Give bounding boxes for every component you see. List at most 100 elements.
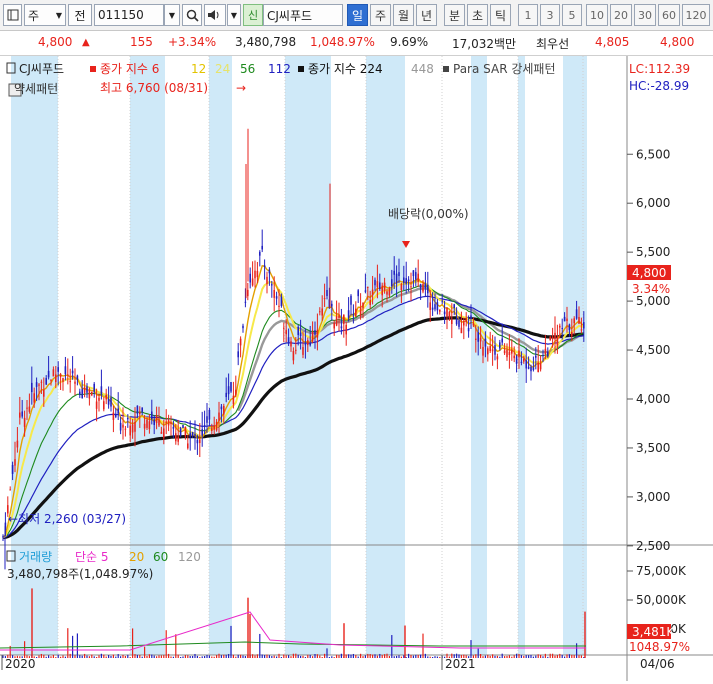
candle-body <box>352 313 355 316</box>
period-year-button[interactable]: 년 <box>416 4 437 26</box>
interval-5-button[interactable]: 5 <box>562 4 582 26</box>
candle-body <box>537 362 539 372</box>
interval-3-button[interactable]: 3 <box>540 4 560 26</box>
legend-ma12: 12 <box>191 62 206 76</box>
candle-body <box>439 309 441 312</box>
highlight-band <box>130 56 165 655</box>
chevron-down-icon: ▼ <box>230 10 238 20</box>
turnover-rate: 9.69% <box>390 35 429 49</box>
dividend-annotation: 배당락(0,00%) <box>388 207 469 221</box>
candle-body <box>83 387 86 393</box>
candle-body <box>472 323 475 326</box>
candle-body <box>333 322 335 329</box>
candle-body <box>287 337 290 343</box>
sound-dropdown-button[interactable]: ▼ <box>227 4 241 26</box>
hc-value: HC:-28.99 <box>629 79 689 93</box>
candle-body <box>213 425 215 430</box>
market-tag: 신 <box>243 4 263 26</box>
candle-body <box>525 360 527 369</box>
candle-body <box>223 405 225 415</box>
candle-body <box>81 389 83 399</box>
current-pct-tag: 3.34% <box>632 282 670 296</box>
candle-body <box>143 423 146 429</box>
candle-body <box>31 382 33 393</box>
trade-amount: 17,032백만 <box>452 37 517 51</box>
candle-body <box>141 407 143 412</box>
up-triangle-icon: ▲ <box>82 37 90 48</box>
period-month-button[interactable]: 월 <box>393 4 414 26</box>
period-tick-button[interactable]: 틱 <box>490 4 511 26</box>
candle-body <box>100 386 103 394</box>
candle-body <box>482 346 484 356</box>
candle-body <box>218 412 220 421</box>
candle-body <box>379 282 381 289</box>
stock-name-field[interactable]: CJ씨푸드 <box>263 4 343 26</box>
candle-body <box>331 303 333 307</box>
candle-body <box>199 439 201 444</box>
period-day-button[interactable]: 일 <box>347 4 368 26</box>
candle-body <box>376 281 379 288</box>
candle-body <box>23 417 26 427</box>
candle-body <box>307 340 309 346</box>
candle-body <box>417 273 419 282</box>
price-change-pct: +3.34% <box>168 35 217 49</box>
candle-body <box>275 296 278 299</box>
candle-body <box>503 350 506 354</box>
candle-body <box>530 366 532 372</box>
candle-body <box>515 356 518 364</box>
chart-type-select[interactable]: 주 ▼ <box>24 4 66 26</box>
interval-10-button[interactable]: 10 <box>586 4 608 26</box>
chart-menu-icon[interactable] <box>3 4 22 26</box>
candle-body <box>79 391 81 396</box>
volume-title: 거래량 <box>19 550 52 564</box>
chart-canvas[interactable]: CJ씨푸드 종가 지수 6 12 24 56 112 종가 지수 224 448… <box>0 56 713 681</box>
candle-body <box>26 407 28 409</box>
quote-bar: 4,800 ▲ 155 +3.34% 3,480,798 1,048.97% 9… <box>0 31 713 56</box>
period-second-button[interactable]: 초 <box>467 4 488 26</box>
interval-30-button[interactable]: 30 <box>634 4 656 26</box>
code-dropdown-button[interactable]: ▼ <box>164 4 180 26</box>
volume-axis-label: 50,000K <box>636 593 687 607</box>
period-week-button[interactable]: 주 <box>370 4 391 26</box>
interval-20-button[interactable]: 20 <box>610 4 632 26</box>
interval-120-button[interactable]: 120 <box>682 4 710 26</box>
stock-chart[interactable]: CJ씨푸드 종가 지수 6 12 24 56 112 종가 지수 224 448… <box>0 56 713 681</box>
stock-code-input[interactable]: 011150 <box>94 4 164 26</box>
candle-body <box>76 375 79 380</box>
candle-body <box>484 338 487 347</box>
candle-body <box>489 346 491 352</box>
candle-body <box>283 327 285 329</box>
candle-body <box>47 370 50 378</box>
candle-body <box>225 392 227 398</box>
candle-body <box>338 315 340 318</box>
candle-body <box>52 369 55 377</box>
interval-1-button[interactable]: 1 <box>518 4 538 26</box>
search-button[interactable] <box>182 4 202 26</box>
sound-button[interactable] <box>204 4 226 26</box>
legend-stock-name: CJ씨푸드 <box>19 62 64 76</box>
interval-60-button[interactable]: 60 <box>658 4 680 26</box>
current-volume-tag-text: 3,481K <box>632 625 675 639</box>
candle-body <box>523 358 525 362</box>
candle-body <box>206 416 208 423</box>
candle-body <box>158 419 160 426</box>
current-price: 4,800 <box>38 35 73 49</box>
candle-body <box>179 428 182 436</box>
prev-button[interactable]: 전 <box>68 4 92 26</box>
candle-body <box>239 338 242 346</box>
low-annotation: ←최저 2,260 (03/27) <box>8 512 126 526</box>
legend-ma-swatch <box>90 66 96 72</box>
candle-body <box>163 428 165 438</box>
candle-body <box>518 350 520 358</box>
candle-body <box>266 276 268 284</box>
candle-body <box>172 426 175 429</box>
candle-body <box>362 302 364 309</box>
candle-body <box>165 421 167 423</box>
candle-body <box>463 320 465 326</box>
period-minute-button[interactable]: 분 <box>444 4 465 26</box>
candle-body <box>302 347 304 355</box>
highlight-band <box>11 56 58 655</box>
candle-body <box>453 304 455 309</box>
candle-body <box>19 412 21 418</box>
candle-body <box>535 355 537 358</box>
